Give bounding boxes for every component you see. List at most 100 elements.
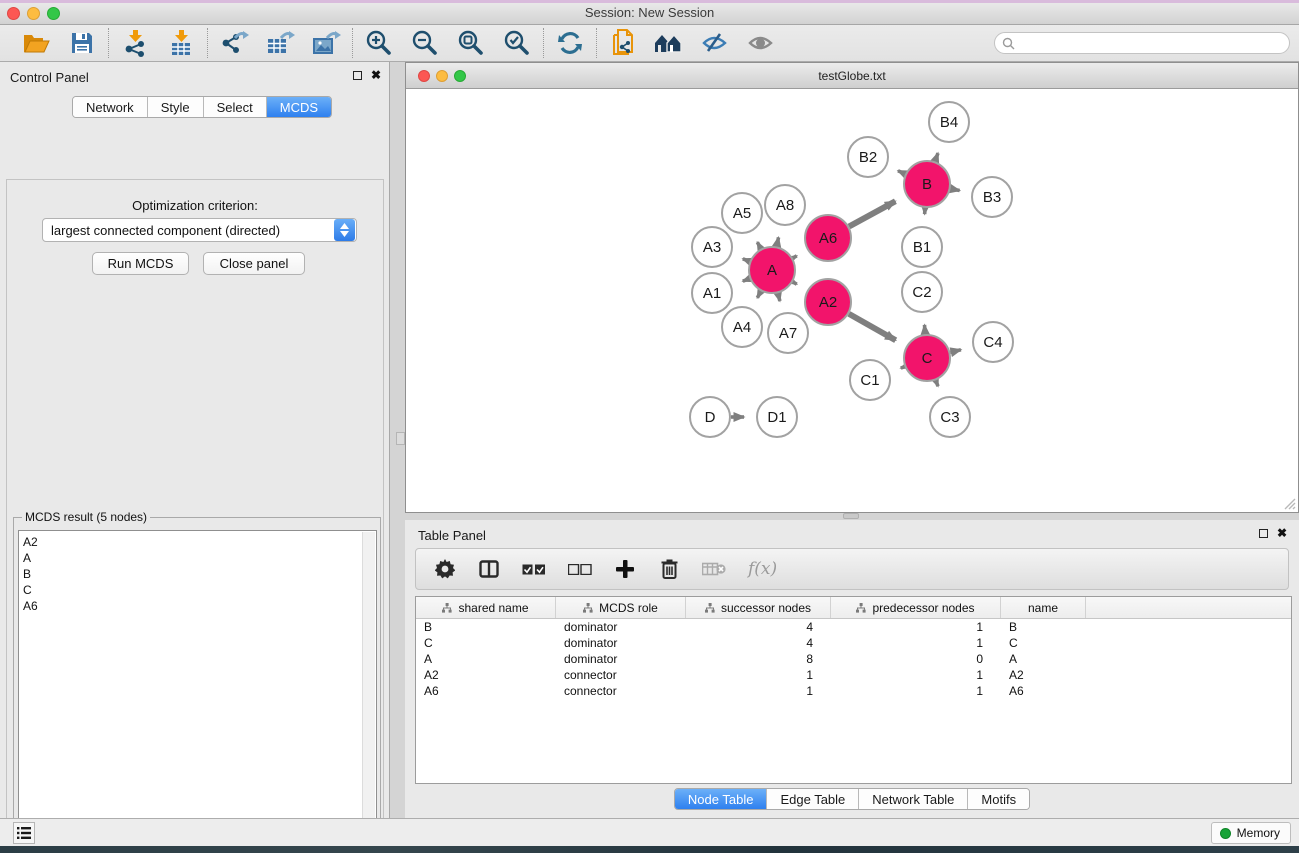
graph-node-A2[interactable]: A2 bbox=[805, 279, 851, 325]
graph-node-A1[interactable]: A1 bbox=[692, 273, 732, 313]
mcds-result-list[interactable]: A2ABCA6 bbox=[18, 530, 377, 853]
graph-node-C3[interactable]: C3 bbox=[930, 397, 970, 437]
graph-edge-A-A7[interactable] bbox=[778, 293, 780, 301]
table-row[interactable]: A6connector11A6 bbox=[416, 683, 1291, 699]
table-cell[interactable]: 1 bbox=[831, 619, 1001, 635]
tab-style[interactable]: Style bbox=[148, 97, 204, 117]
table-cell[interactable]: 1 bbox=[831, 635, 1001, 651]
hide-selected-icon[interactable] bbox=[699, 28, 731, 58]
table-cell[interactable]: dominator bbox=[556, 635, 686, 651]
graph-node-C4[interactable]: C4 bbox=[973, 322, 1013, 362]
graph-edge-B-B3[interactable] bbox=[951, 189, 960, 191]
result-list-item[interactable]: A bbox=[23, 550, 376, 566]
graph-edge-A-A2[interactable] bbox=[793, 282, 797, 284]
memory-button[interactable]: Memory bbox=[1211, 822, 1291, 844]
import-network-icon[interactable] bbox=[119, 28, 151, 58]
search-field[interactable] bbox=[994, 32, 1290, 54]
result-list-item[interactable]: A6 bbox=[23, 598, 376, 614]
add-column-icon[interactable] bbox=[614, 557, 636, 581]
graph-node-A7[interactable]: A7 bbox=[768, 313, 808, 353]
graph-edge-A-A1[interactable] bbox=[743, 279, 750, 282]
table-row[interactable]: Bdominator41B bbox=[416, 619, 1291, 635]
network-graph-canvas[interactable]: B4B2BB3A8A5A6A3B1AA1C2A2A4A7C4CC1C3DD1 bbox=[406, 89, 1298, 512]
save-session-icon[interactable] bbox=[66, 28, 98, 58]
graph-node-A8[interactable]: A8 bbox=[765, 185, 805, 225]
table-row[interactable]: Adominator80A bbox=[416, 651, 1291, 667]
open-session-icon[interactable] bbox=[20, 28, 52, 58]
graph-edge-C-C2[interactable] bbox=[924, 325, 925, 334]
table-cell[interactable]: connector bbox=[556, 667, 686, 683]
search-input[interactable] bbox=[1020, 36, 1289, 50]
zoom-out-icon[interactable] bbox=[409, 28, 441, 58]
graph-node-A6[interactable]: A6 bbox=[805, 215, 851, 261]
zoom-in-icon[interactable] bbox=[363, 28, 395, 58]
table-cell[interactable]: dominator bbox=[556, 619, 686, 635]
table-cell[interactable]: A2 bbox=[1001, 667, 1086, 683]
graph-edge-C-C1[interactable] bbox=[901, 367, 905, 368]
table-cell[interactable]: 4 bbox=[686, 619, 831, 635]
optimization-criterion-dropdown[interactable]: largest connected component (directed) bbox=[42, 218, 357, 242]
table-cell[interactable]: dominator bbox=[556, 651, 686, 667]
deselect-all-icon[interactable] bbox=[568, 557, 592, 581]
column-header-shared-name[interactable]: shared name bbox=[416, 597, 556, 618]
show-all-icon[interactable] bbox=[745, 28, 777, 58]
close-panel-icon[interactable]: ✖ bbox=[371, 70, 381, 80]
graph-edge-B-B2[interactable] bbox=[898, 171, 905, 174]
table-cell[interactable]: 1 bbox=[686, 683, 831, 699]
graph-edge-C-C4[interactable] bbox=[950, 350, 961, 353]
window-resize-grip[interactable] bbox=[1282, 496, 1296, 510]
zoom-selected-icon[interactable] bbox=[501, 28, 533, 58]
export-image-icon[interactable] bbox=[310, 28, 342, 58]
graph-node-B3[interactable]: B3 bbox=[972, 177, 1012, 217]
export-network-icon[interactable] bbox=[218, 28, 250, 58]
table-cell[interactable]: A6 bbox=[1001, 683, 1086, 699]
graph-node-B4[interactable]: B4 bbox=[929, 102, 969, 142]
tab-select[interactable]: Select bbox=[204, 97, 267, 117]
table-cell[interactable]: C bbox=[416, 635, 556, 651]
graph-edge-A-A5[interactable] bbox=[757, 242, 760, 249]
run-mcds-button[interactable]: Run MCDS bbox=[92, 252, 189, 275]
table-cell[interactable]: 1 bbox=[831, 683, 1001, 699]
column-header-name[interactable]: name bbox=[1001, 597, 1086, 618]
column-header-predecessor-nodes[interactable]: predecessor nodes bbox=[831, 597, 1001, 618]
graph-edge-A6-B[interactable] bbox=[849, 201, 895, 226]
delete-column-icon[interactable] bbox=[658, 557, 680, 581]
graph-node-C[interactable]: C bbox=[904, 335, 950, 381]
table-cell[interactable]: 8 bbox=[686, 651, 831, 667]
zoom-fit-icon[interactable] bbox=[455, 28, 487, 58]
graph-node-B[interactable]: B bbox=[904, 161, 950, 207]
new-network-from-selection-icon[interactable] bbox=[607, 28, 639, 58]
tab-network-table[interactable]: Network Table bbox=[859, 789, 968, 809]
graph-node-C2[interactable]: C2 bbox=[902, 272, 942, 312]
network-window-titlebar[interactable]: testGlobe.txt bbox=[406, 63, 1298, 89]
table-cell[interactable]: A2 bbox=[416, 667, 556, 683]
import-table-icon[interactable] bbox=[165, 28, 197, 58]
column-visibility-icon[interactable] bbox=[478, 557, 500, 581]
graph-edge-B-B4[interactable] bbox=[935, 153, 938, 161]
graph-edge-C-C3[interactable] bbox=[936, 380, 938, 386]
table-cell[interactable]: connector bbox=[556, 683, 686, 699]
tab-node-table[interactable]: Node Table bbox=[675, 789, 768, 809]
select-all-icon[interactable] bbox=[522, 557, 546, 581]
graph-node-A3[interactable]: A3 bbox=[692, 227, 732, 267]
table-close-panel-icon[interactable]: ✖ bbox=[1277, 528, 1287, 538]
float-panel-icon[interactable] bbox=[353, 71, 362, 80]
table-cell[interactable]: C bbox=[1001, 635, 1086, 651]
result-list-item[interactable]: C bbox=[23, 582, 376, 598]
graph-node-C1[interactable]: C1 bbox=[850, 360, 890, 400]
graph-node-A[interactable]: A bbox=[749, 247, 795, 293]
graph-node-B2[interactable]: B2 bbox=[848, 137, 888, 177]
tab-mcds[interactable]: MCDS bbox=[267, 97, 331, 117]
graph-node-A4[interactable]: A4 bbox=[722, 307, 762, 347]
table-row[interactable]: A2connector11A2 bbox=[416, 667, 1291, 683]
column-header-successor-nodes[interactable]: successor nodes bbox=[686, 597, 831, 618]
export-table-icon[interactable] bbox=[264, 28, 296, 58]
graph-node-A5[interactable]: A5 bbox=[722, 193, 762, 233]
table-row[interactable]: Cdominator41C bbox=[416, 635, 1291, 651]
graph-edge-A-A4[interactable] bbox=[757, 291, 760, 298]
graph-node-B1[interactable]: B1 bbox=[902, 227, 942, 267]
graph-edge-A-A3[interactable] bbox=[743, 259, 750, 262]
graph-node-D1[interactable]: D1 bbox=[757, 397, 797, 437]
table-cell[interactable]: A bbox=[1001, 651, 1086, 667]
table-cell[interactable]: 4 bbox=[686, 635, 831, 651]
